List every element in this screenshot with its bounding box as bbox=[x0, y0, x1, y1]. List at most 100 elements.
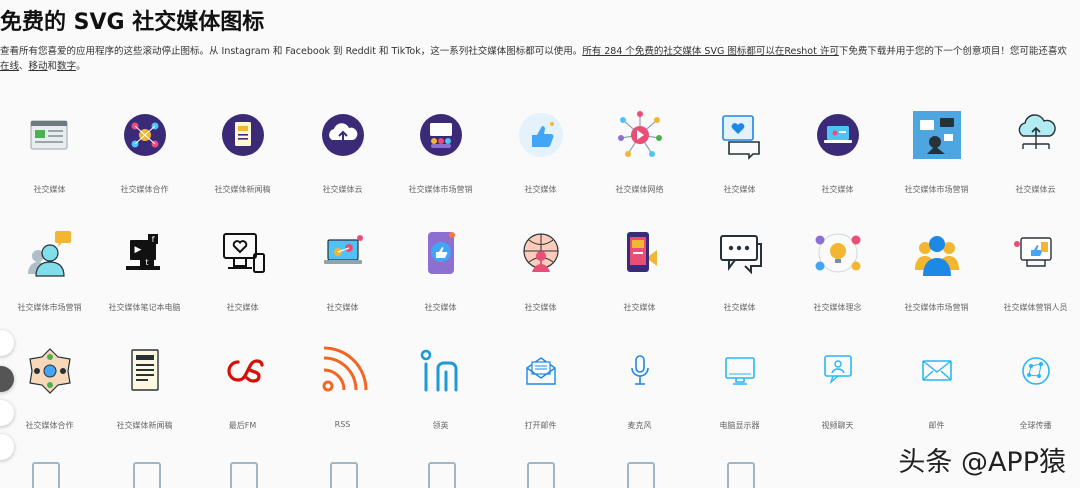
icon-label: 社交媒体市场营销 bbox=[904, 185, 969, 194]
partial-icon bbox=[230, 462, 258, 488]
icon-label: 社交媒体 bbox=[623, 303, 656, 312]
online-link[interactable]: 在线 bbox=[0, 61, 19, 72]
icon-card[interactable]: 社交媒体合作 bbox=[95, 108, 194, 195]
partial-icon bbox=[627, 462, 655, 488]
global-network-icon bbox=[1021, 357, 1050, 385]
partial-icon bbox=[527, 462, 555, 488]
icon-label: 社交媒体 bbox=[524, 185, 557, 194]
icon-card[interactable]: f t ▶ 社交媒体笔记本电脑 bbox=[95, 226, 194, 313]
digital-link[interactable]: 数字 bbox=[57, 61, 76, 72]
icon-label: 社交媒体网络 bbox=[615, 185, 664, 194]
icon-label: 社交媒体市场营销 bbox=[17, 303, 82, 312]
icon-card[interactable]: 最后FM bbox=[193, 344, 292, 431]
svg-text:t: t bbox=[145, 258, 148, 267]
icon-label: 全球传播 bbox=[1019, 421, 1052, 430]
icon-card[interactable]: 社交媒体网络 bbox=[590, 108, 689, 195]
icon-label: 社交媒体营销人员 bbox=[1003, 303, 1068, 312]
page-description: 查看所有您喜爱的应用程序的这些滚动停止图标。从 Instagram 和 Face… bbox=[0, 44, 1076, 74]
mobile-link[interactable]: 移动 bbox=[29, 61, 48, 72]
desc-text: 查看所有您喜爱的应用程序的这些滚动停止图标。从 Instagram 和 Face… bbox=[0, 46, 583, 57]
icon-label: 社交媒体 bbox=[723, 303, 756, 312]
icon-card[interactable]: 社交媒体 bbox=[391, 226, 490, 313]
icon-card[interactable]: 社交媒体 bbox=[0, 108, 99, 195]
icon-card[interactable]: 社交媒体理念 bbox=[788, 226, 887, 313]
person-chat-icon bbox=[27, 231, 71, 277]
icon-card[interactable]: 社交媒体云 bbox=[293, 108, 392, 195]
cloud-upload-icon bbox=[321, 114, 364, 156]
icon-card[interactable]: 社交媒体合作 bbox=[0, 344, 99, 431]
icon-row: 社交媒体 社交媒体合作 社交媒体新闻稿 社交媒体云 社交媒体市场营销 社交媒体 … bbox=[0, 108, 1080, 226]
watermark: 头条 @APP猿 bbox=[898, 447, 1066, 478]
network-circle-icon bbox=[123, 114, 166, 156]
laptop-circle-icon bbox=[816, 114, 859, 156]
icon-card[interactable]: 社交媒体市场营销 bbox=[887, 226, 986, 313]
icon-label: RSS bbox=[334, 420, 351, 429]
icon-card[interactable]: 社交媒体 bbox=[293, 226, 392, 313]
icon-label: 领英 bbox=[432, 421, 449, 430]
icon-card[interactable]: 邮件 bbox=[887, 344, 986, 431]
icon-label: 社交媒体 bbox=[33, 185, 66, 194]
lastfm-icon bbox=[226, 359, 264, 383]
chat-bubbles-icon bbox=[719, 235, 762, 275]
phone-like-icon bbox=[427, 232, 455, 274]
icon-card[interactable]: 全球传播 bbox=[986, 344, 1080, 431]
laptop-social-icon: f t ▶ bbox=[125, 234, 160, 270]
icon-card[interactable]: 社交媒体 bbox=[491, 108, 590, 195]
desc-separator: 和 bbox=[47, 61, 58, 72]
icon-label: 社交媒体云 bbox=[1015, 185, 1056, 194]
icon-card[interactable]: 社交媒体新闻稿 bbox=[193, 108, 292, 195]
icon-card[interactable]: 社交媒体 bbox=[590, 226, 689, 313]
mail-icon bbox=[921, 360, 952, 381]
icon-card[interactable]: 社交媒体云 bbox=[986, 108, 1080, 195]
icon-card[interactable]: 社交媒体 bbox=[788, 108, 887, 195]
icon-label: 视频聊天 bbox=[821, 421, 854, 430]
microphone-icon bbox=[630, 355, 649, 385]
icon-card[interactable]: 社交媒体 bbox=[193, 226, 292, 313]
icon-card[interactable]: 社交媒体市场营销 bbox=[391, 108, 490, 195]
laptop-people-icon bbox=[323, 235, 363, 264]
partial-icon bbox=[32, 462, 60, 488]
icon-label: 社交媒体 bbox=[723, 185, 756, 194]
icon-card[interactable]: 社交媒体新闻稿 bbox=[95, 344, 194, 431]
desc-separator: 、 bbox=[19, 61, 29, 72]
license-link[interactable]: 所有 284 个免费的社交媒体 SVG 图标都可以在Reshot 许可 bbox=[582, 46, 839, 57]
icon-label: 社交媒体云 bbox=[322, 185, 363, 194]
cloud-network-icon bbox=[1018, 114, 1056, 149]
icon-card[interactable]: 社交媒体 bbox=[690, 226, 789, 313]
icon-row: 社交媒体市场营销 f t ▶ 社交媒体笔记本电脑 社交媒体 社交媒体 社交媒体 社交… bbox=[0, 226, 1080, 344]
icon-card[interactable]: RSS bbox=[293, 344, 392, 429]
icon-card[interactable]: 视频聊天 bbox=[788, 344, 887, 431]
icon-label: 打开邮件 bbox=[524, 421, 557, 430]
icon-card[interactable]: 社交媒体市场营销 bbox=[0, 226, 99, 313]
icon-label: 社交媒体新闻稿 bbox=[214, 185, 271, 194]
hub-network-icon bbox=[28, 348, 71, 394]
icon-card[interactable]: 社交媒体 bbox=[690, 108, 789, 195]
icon-label: 社交媒体合作 bbox=[120, 185, 169, 194]
icon-label: 社交媒体 bbox=[524, 303, 557, 312]
svg-text:f: f bbox=[151, 235, 154, 244]
thumbs-up-icon bbox=[518, 113, 563, 157]
desc-text: 下免费下载并用于您的下一个创意项目！您可能还喜欢 bbox=[838, 46, 1067, 57]
icon-card[interactable]: 社交媒体 bbox=[491, 226, 590, 313]
partial-icon bbox=[428, 462, 456, 488]
icon-card[interactable]: 社交媒体营销人员 bbox=[986, 226, 1080, 313]
icon-card[interactable]: 打开邮件 bbox=[491, 344, 590, 431]
icon-card[interactable]: 电脑显示器 bbox=[690, 344, 789, 431]
icon-card[interactable]: 社交媒体市场营销 bbox=[887, 108, 986, 195]
icon-label: 社交媒体 bbox=[424, 303, 457, 312]
page-title: 免费的 SVG 社交媒体图标 bbox=[0, 10, 265, 35]
icon-card[interactable]: 领英 bbox=[391, 344, 490, 431]
icon-label: 社交媒体新闻稿 bbox=[116, 421, 173, 430]
partial-icon bbox=[727, 462, 755, 488]
icon-label: 电脑显示器 bbox=[719, 421, 760, 430]
icon-label: 邮件 bbox=[928, 421, 945, 430]
rss-icon bbox=[322, 346, 367, 392]
partial-icon bbox=[133, 462, 161, 488]
icon-label: 最后FM bbox=[228, 421, 257, 430]
computer-heart-icon bbox=[222, 233, 265, 273]
play-network-icon bbox=[617, 111, 662, 157]
newspaper-icon bbox=[130, 349, 159, 391]
globe-person-icon bbox=[522, 233, 559, 272]
icon-label: 社交媒体 bbox=[326, 303, 359, 312]
icon-card[interactable]: 麦克风 bbox=[590, 344, 689, 431]
